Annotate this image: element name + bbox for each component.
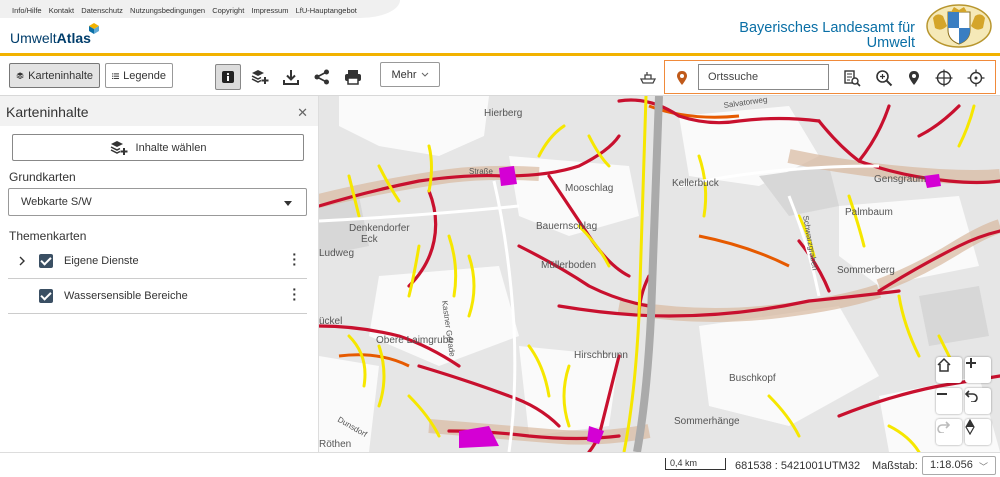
chevron-down-icon: ﹀	[978, 462, 988, 472]
org-name-line2: Umwelt	[866, 35, 915, 51]
bavaria-coat-of-arms-icon	[926, 4, 992, 48]
side-panel: Karteninhalte ✕ Inhalte wählen Grundkart…	[0, 96, 319, 452]
legende-label: Legende	[123, 69, 166, 82]
place-label: Palmbaum	[845, 207, 893, 218]
place-label: Mooschlag	[565, 183, 613, 194]
panel-header: Karteninhalte ✕	[0, 96, 318, 126]
themenkarten-heading: Themenkarten	[9, 229, 87, 243]
place-label: Straße	[469, 167, 494, 176]
place-label: Sommerhänge	[674, 416, 740, 427]
basemap-selected-value: Webkarte S/W	[21, 196, 92, 208]
scale-label: Maßstab:	[872, 460, 918, 472]
layers-icon	[16, 72, 24, 79]
map-marker-icon[interactable]	[903, 67, 925, 89]
chevron-down-icon	[421, 72, 428, 77]
link-datenschutz[interactable]: Datenschutz	[81, 6, 123, 15]
home-icon[interactable]	[936, 357, 962, 383]
header-links: Info/Hilfe Kontakt Datenschutz Nutzungsb…	[12, 6, 362, 15]
place-label: Gensgraum	[874, 174, 926, 185]
print-icon[interactable]	[342, 66, 364, 88]
place-label: ückel	[319, 316, 342, 327]
map-layer: Hierberg Salvatorweg Straße Mooschlag Ke…	[319, 96, 1000, 452]
panel-title: Karteninhalte	[6, 104, 89, 120]
add-layers-icon	[110, 140, 128, 155]
share-icon[interactable]	[311, 66, 333, 88]
place-label: Ludweg	[319, 248, 354, 259]
layer-label: Wassersensible Bereiche	[64, 290, 188, 302]
link-impressum[interactable]: Impressum	[251, 6, 288, 15]
zoom-out-icon[interactable]	[936, 388, 962, 414]
mehr-label: Mehr	[391, 68, 417, 81]
link-nutzungsbedingungen[interactable]: Nutzungsbedingungen	[130, 6, 205, 15]
status-bar: 0,4 km 681538 : 5421001 UTM32 Maßstab: 1…	[0, 452, 1000, 477]
map-canvas[interactable]: Hierberg Salvatorweg Straße Mooschlag Ke…	[319, 96, 1000, 452]
address-search-icon[interactable]	[841, 67, 863, 89]
link-info[interactable]: Info/Hilfe	[12, 6, 42, 15]
logo-mark-icon	[89, 23, 99, 34]
umweltatlas-logo[interactable]: UmweltAtlas	[10, 30, 91, 46]
link-lfu-hauptangebot[interactable]: LfU-Hauptangebot	[296, 6, 357, 15]
list-icon	[112, 72, 120, 79]
layer-row: Eigene Dienste · · ·	[8, 245, 307, 279]
location-pin-icon[interactable]	[671, 67, 693, 89]
place-label: Denkendorfer	[349, 223, 410, 234]
inhalte-waehlen-button[interactable]: Inhalte wählen	[12, 134, 304, 161]
layer-row: Wassersensible Bereiche · · ·	[8, 280, 307, 314]
place-label: Kellerbuck	[672, 178, 720, 189]
toolbar: Karteninhalte Legende Mehr	[0, 56, 1000, 96]
more-vertical-icon[interactable]: · · ·	[292, 282, 297, 306]
place-label: Hierberg	[484, 108, 522, 119]
logo-prefix: Umwelt	[10, 30, 57, 46]
download-icon[interactable]	[280, 66, 302, 88]
north-arrow-icon[interactable]	[965, 419, 991, 445]
place-label: Buschkopf	[729, 373, 776, 384]
close-icon[interactable]: ✕	[297, 105, 308, 121]
undo-icon[interactable]	[965, 388, 991, 414]
place-label: Bauernschlag	[536, 221, 597, 232]
link-copyright[interactable]: Copyright	[212, 6, 244, 15]
karteninhalte-button[interactable]: Karteninhalte	[9, 63, 100, 88]
layer-checkbox[interactable]	[39, 289, 53, 303]
layer-label: Eigene Dienste	[64, 255, 139, 267]
scale-value: 1:18.056	[930, 459, 973, 471]
legende-button[interactable]: Legende	[105, 63, 173, 88]
caret-down-icon	[284, 201, 292, 206]
zoom-search-icon[interactable]	[873, 67, 895, 89]
place-label: Hirschbrunn	[574, 350, 628, 361]
place-label: Sommerberg	[837, 265, 895, 276]
place-label: Müllerboden	[541, 260, 596, 271]
org-name: Bayerisches Landesamt für Umwelt	[739, 21, 915, 51]
ship-icon[interactable]	[637, 66, 659, 88]
zoom-in-icon[interactable]	[965, 357, 991, 383]
scale-bar: 0,4 km	[665, 458, 726, 470]
crosshair-icon[interactable]	[933, 67, 955, 89]
info-icon[interactable]	[215, 64, 241, 90]
layer-checkbox[interactable]	[39, 254, 53, 268]
redo-icon[interactable]	[936, 419, 962, 445]
link-kontakt[interactable]: Kontakt	[49, 6, 74, 15]
basemap-select[interactable]: Webkarte S/W	[8, 188, 307, 216]
place-label: Obere Laimgrube	[376, 335, 454, 346]
grundkarten-heading: Grundkarten	[9, 170, 76, 184]
karteninhalte-label: Karteninhalte	[28, 69, 93, 82]
place-label: Röthen	[319, 439, 351, 450]
org-name-line1: Bayerisches Landesamt für	[739, 20, 915, 36]
inhalte-waehlen-label: Inhalte wählen	[135, 141, 207, 154]
chevron-right-icon[interactable]	[18, 255, 26, 269]
place-label: Eck	[361, 234, 379, 245]
scale-select[interactable]: 1:18.056 ﹀	[922, 456, 996, 475]
coordinates-readout: 681538 : 5421001	[735, 460, 824, 472]
crs-label: UTM32	[824, 460, 861, 472]
more-vertical-icon[interactable]: · · ·	[292, 247, 297, 271]
add-layers-icon[interactable]	[249, 66, 271, 88]
header: Info/Hilfe Kontakt Datenschutz Nutzungsb…	[0, 0, 1000, 56]
search-input[interactable]	[698, 64, 829, 90]
mehr-button[interactable]: Mehr	[380, 62, 440, 87]
search-area	[664, 60, 996, 94]
locate-icon[interactable]	[965, 67, 987, 89]
